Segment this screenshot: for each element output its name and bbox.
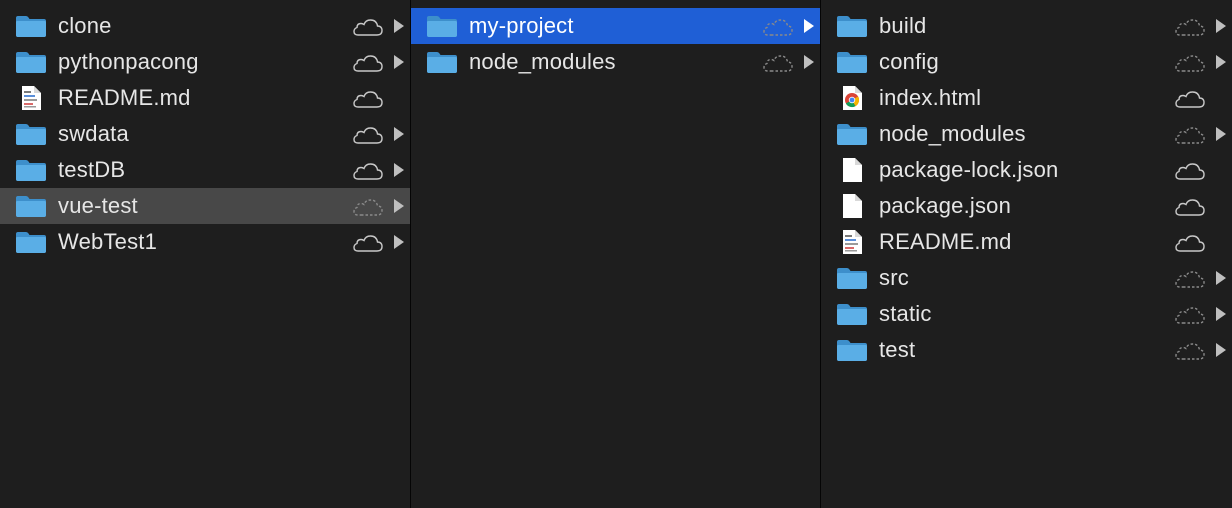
- folder-item[interactable]: src: [821, 260, 1232, 296]
- blank-file-icon: [835, 193, 869, 219]
- cloud-dashed-icon: [1174, 267, 1206, 289]
- cloud-icon: [352, 123, 384, 145]
- item-label: pythonpacong: [58, 49, 199, 74]
- cloud-icon: [1174, 195, 1206, 217]
- cloud-dashed-icon: [762, 15, 794, 37]
- item-label: test: [879, 337, 916, 362]
- disclosure-arrow-icon[interactable]: [1214, 54, 1228, 70]
- folder-item[interactable]: my-project: [411, 8, 820, 44]
- cloud-dashed-icon: [1174, 303, 1206, 325]
- cloud-dashed-icon: [352, 195, 384, 217]
- column-2[interactable]: my-project node_modules: [411, 0, 820, 508]
- folder-item[interactable]: node_modules: [411, 44, 820, 80]
- empty-disclosure-slot: [1214, 198, 1228, 214]
- disclosure-arrow-icon[interactable]: [1214, 270, 1228, 286]
- column-1[interactable]: clone pythonpacong README.md swdata testDB vu…: [0, 0, 410, 508]
- item-label: WebTest1: [58, 229, 158, 254]
- cloud-icon: [1174, 87, 1206, 109]
- disclosure-arrow-icon[interactable]: [392, 198, 406, 214]
- item-label: vue-test: [58, 193, 138, 218]
- finder-column-browser: clone pythonpacong README.md swdata testDB vu…: [0, 0, 1232, 508]
- cloud-icon: [1174, 231, 1206, 253]
- folder-icon: [14, 49, 48, 75]
- item-label: index.html: [879, 85, 982, 110]
- item-label: README.md: [58, 85, 191, 110]
- disclosure-arrow-icon[interactable]: [802, 18, 816, 34]
- disclosure-arrow-icon[interactable]: [392, 162, 406, 178]
- folder-item[interactable]: vue-test: [0, 188, 410, 224]
- disclosure-arrow-icon[interactable]: [1214, 126, 1228, 142]
- cloud-icon: [1174, 159, 1206, 181]
- cloud-dashed-icon: [1174, 51, 1206, 73]
- chrome-html-icon: [835, 85, 869, 111]
- folder-item[interactable]: node_modules: [821, 116, 1232, 152]
- item-label: package.json: [879, 193, 1012, 218]
- cloud-icon: [352, 159, 384, 181]
- folder-icon: [835, 13, 869, 39]
- folder-item[interactable]: config: [821, 44, 1232, 80]
- folder-item[interactable]: pythonpacong: [0, 44, 410, 80]
- folder-icon: [835, 121, 869, 147]
- folder-item[interactable]: clone: [0, 8, 410, 44]
- item-label: package-lock.json: [879, 157, 1059, 182]
- empty-disclosure-slot: [1214, 162, 1228, 178]
- folder-icon: [14, 13, 48, 39]
- disclosure-arrow-icon[interactable]: [392, 126, 406, 142]
- cloud-dashed-icon: [1174, 339, 1206, 361]
- folder-item[interactable]: swdata: [0, 116, 410, 152]
- item-label: config: [879, 49, 939, 74]
- markdown-file-icon: [14, 85, 48, 111]
- folder-icon: [14, 121, 48, 147]
- disclosure-arrow-icon[interactable]: [392, 54, 406, 70]
- item-label: static: [879, 301, 932, 326]
- cloud-dashed-icon: [762, 51, 794, 73]
- cloud-dashed-icon: [1174, 15, 1206, 37]
- disclosure-arrow-icon[interactable]: [392, 18, 406, 34]
- item-label: node_modules: [879, 121, 1026, 146]
- file-item[interactable]: index.html: [821, 80, 1232, 116]
- item-label: swdata: [58, 121, 129, 146]
- folder-item[interactable]: build: [821, 8, 1232, 44]
- folder-item[interactable]: testDB: [0, 152, 410, 188]
- item-label: my-project: [469, 13, 574, 38]
- disclosure-arrow-icon[interactable]: [392, 234, 406, 250]
- folder-icon: [425, 49, 459, 75]
- file-item[interactable]: README.md: [821, 224, 1232, 260]
- empty-disclosure-slot: [1214, 90, 1228, 106]
- folder-item[interactable]: static: [821, 296, 1232, 332]
- column-3[interactable]: build config index.html node_modulespackage…: [821, 0, 1232, 508]
- empty-disclosure-slot: [1214, 234, 1228, 250]
- disclosure-arrow-icon[interactable]: [802, 54, 816, 70]
- disclosure-arrow-icon[interactable]: [1214, 18, 1228, 34]
- item-label: src: [879, 265, 909, 290]
- file-item[interactable]: package-lock.json: [821, 152, 1232, 188]
- cloud-icon: [352, 51, 384, 73]
- item-label: clone: [58, 13, 112, 38]
- folder-item[interactable]: test: [821, 332, 1232, 368]
- blank-file-icon: [835, 157, 869, 183]
- disclosure-arrow-icon[interactable]: [1214, 306, 1228, 322]
- folder-icon: [835, 337, 869, 363]
- folder-icon: [425, 13, 459, 39]
- file-item[interactable]: package.json: [821, 188, 1232, 224]
- folder-icon: [835, 301, 869, 327]
- folder-icon: [14, 229, 48, 255]
- cloud-icon: [352, 15, 384, 37]
- folder-icon: [14, 157, 48, 183]
- markdown-file-icon: [835, 229, 869, 255]
- item-label: testDB: [58, 157, 126, 182]
- item-label: node_modules: [469, 49, 616, 74]
- folder-icon: [835, 49, 869, 75]
- item-label: README.md: [879, 229, 1012, 254]
- cloud-icon: [352, 231, 384, 253]
- empty-disclosure-slot: [392, 90, 406, 106]
- disclosure-arrow-icon[interactable]: [1214, 342, 1228, 358]
- folder-icon: [835, 265, 869, 291]
- folder-item[interactable]: WebTest1: [0, 224, 410, 260]
- cloud-dashed-icon: [1174, 123, 1206, 145]
- item-label: build: [879, 13, 927, 38]
- folder-icon: [14, 193, 48, 219]
- cloud-icon: [352, 87, 384, 109]
- file-item[interactable]: README.md: [0, 80, 410, 116]
